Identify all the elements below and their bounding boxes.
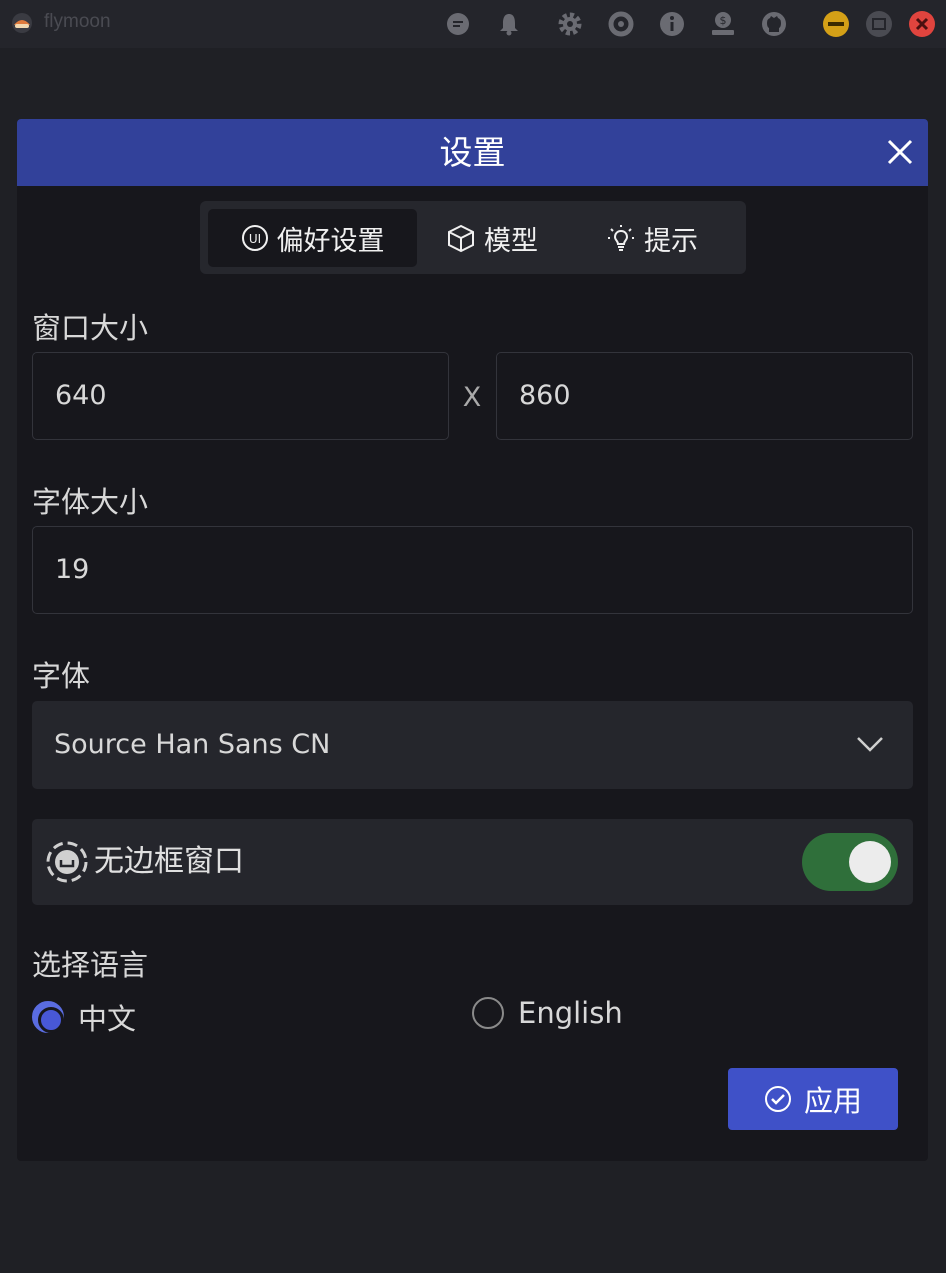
- settings-dialog: 设置 UI 偏好设置 模型 提示 窗口大小 640 X 860 字体大小 19 …: [17, 119, 928, 1161]
- cube-icon: [448, 224, 474, 253]
- radio-english[interactable]: English: [472, 996, 623, 1030]
- dialog-header: 设置: [17, 119, 928, 186]
- tab-model-label: 模型: [484, 225, 538, 257]
- radio-chinese[interactable]: 中文: [32, 996, 136, 1038]
- tab-preferences[interactable]: UI 偏好设置: [208, 209, 417, 267]
- window-width-input[interactable]: 640: [32, 352, 449, 440]
- frameless-window-label: 无边框窗口: [94, 844, 244, 879]
- switch-knob: [849, 841, 891, 883]
- font-select[interactable]: Source Han Sans CN: [32, 701, 913, 789]
- language-radio-group: 中文 English: [32, 996, 913, 1036]
- tab-preferences-label: 偏好设置: [276, 225, 385, 257]
- radio-checked-icon: [32, 1001, 64, 1033]
- ui-icon: UI: [241, 225, 268, 251]
- close-x-icon: [887, 139, 913, 165]
- maximize-icon[interactable]: [865, 10, 893, 38]
- font-size-label: 字体大小: [32, 485, 149, 519]
- window-height-input[interactable]: 860: [496, 352, 913, 440]
- info-icon[interactable]: [658, 10, 686, 38]
- radio-english-label: English: [518, 996, 623, 1030]
- gear-icon[interactable]: [556, 10, 584, 38]
- radio-unchecked-icon: [472, 997, 504, 1029]
- frameless-window-switch[interactable]: [802, 833, 898, 891]
- app-name: flymoon: [44, 11, 111, 32]
- font-size-input[interactable]: 19: [32, 526, 913, 614]
- check-circle-icon: [764, 1086, 791, 1112]
- dialog-close-button[interactable]: [886, 138, 914, 166]
- apply-button[interactable]: 应用: [728, 1068, 898, 1130]
- chat-icon[interactable]: [444, 10, 472, 38]
- close-icon[interactable]: [908, 10, 936, 38]
- bell-icon[interactable]: [495, 10, 523, 38]
- language-label: 选择语言: [32, 948, 149, 982]
- window-size-label: 窗口大小: [32, 311, 149, 345]
- tab-prompt[interactable]: 提示: [606, 209, 698, 267]
- svg-text:UI: UI: [248, 232, 260, 246]
- lifebuoy-icon[interactable]: [607, 10, 635, 38]
- chevron-down-icon: [857, 737, 883, 752]
- app-logo-icon: [10, 11, 34, 35]
- tab-prompt-label: 提示: [644, 225, 698, 257]
- settings-tabs: UI 偏好设置 模型 提示: [200, 201, 746, 274]
- svg-text:$: $: [720, 14, 727, 27]
- tab-model[interactable]: 模型: [446, 209, 538, 267]
- size-separator: X: [462, 382, 482, 413]
- github-icon[interactable]: [760, 10, 788, 38]
- radio-chinese-label: 中文: [78, 1002, 137, 1036]
- lightbulb-icon: [608, 225, 634, 251]
- apply-button-label: 应用: [803, 1084, 862, 1118]
- dialog-title: 设置: [439, 133, 506, 172]
- title-bar: flymoon $: [0, 0, 946, 48]
- frameless-window-icon: [46, 841, 88, 883]
- font-label: 字体: [32, 659, 91, 693]
- donate-icon[interactable]: $: [709, 10, 737, 38]
- minimize-icon[interactable]: [822, 10, 850, 38]
- font-select-value: Source Han Sans CN: [54, 729, 331, 760]
- frameless-window-row: 无边框窗口: [32, 819, 913, 905]
